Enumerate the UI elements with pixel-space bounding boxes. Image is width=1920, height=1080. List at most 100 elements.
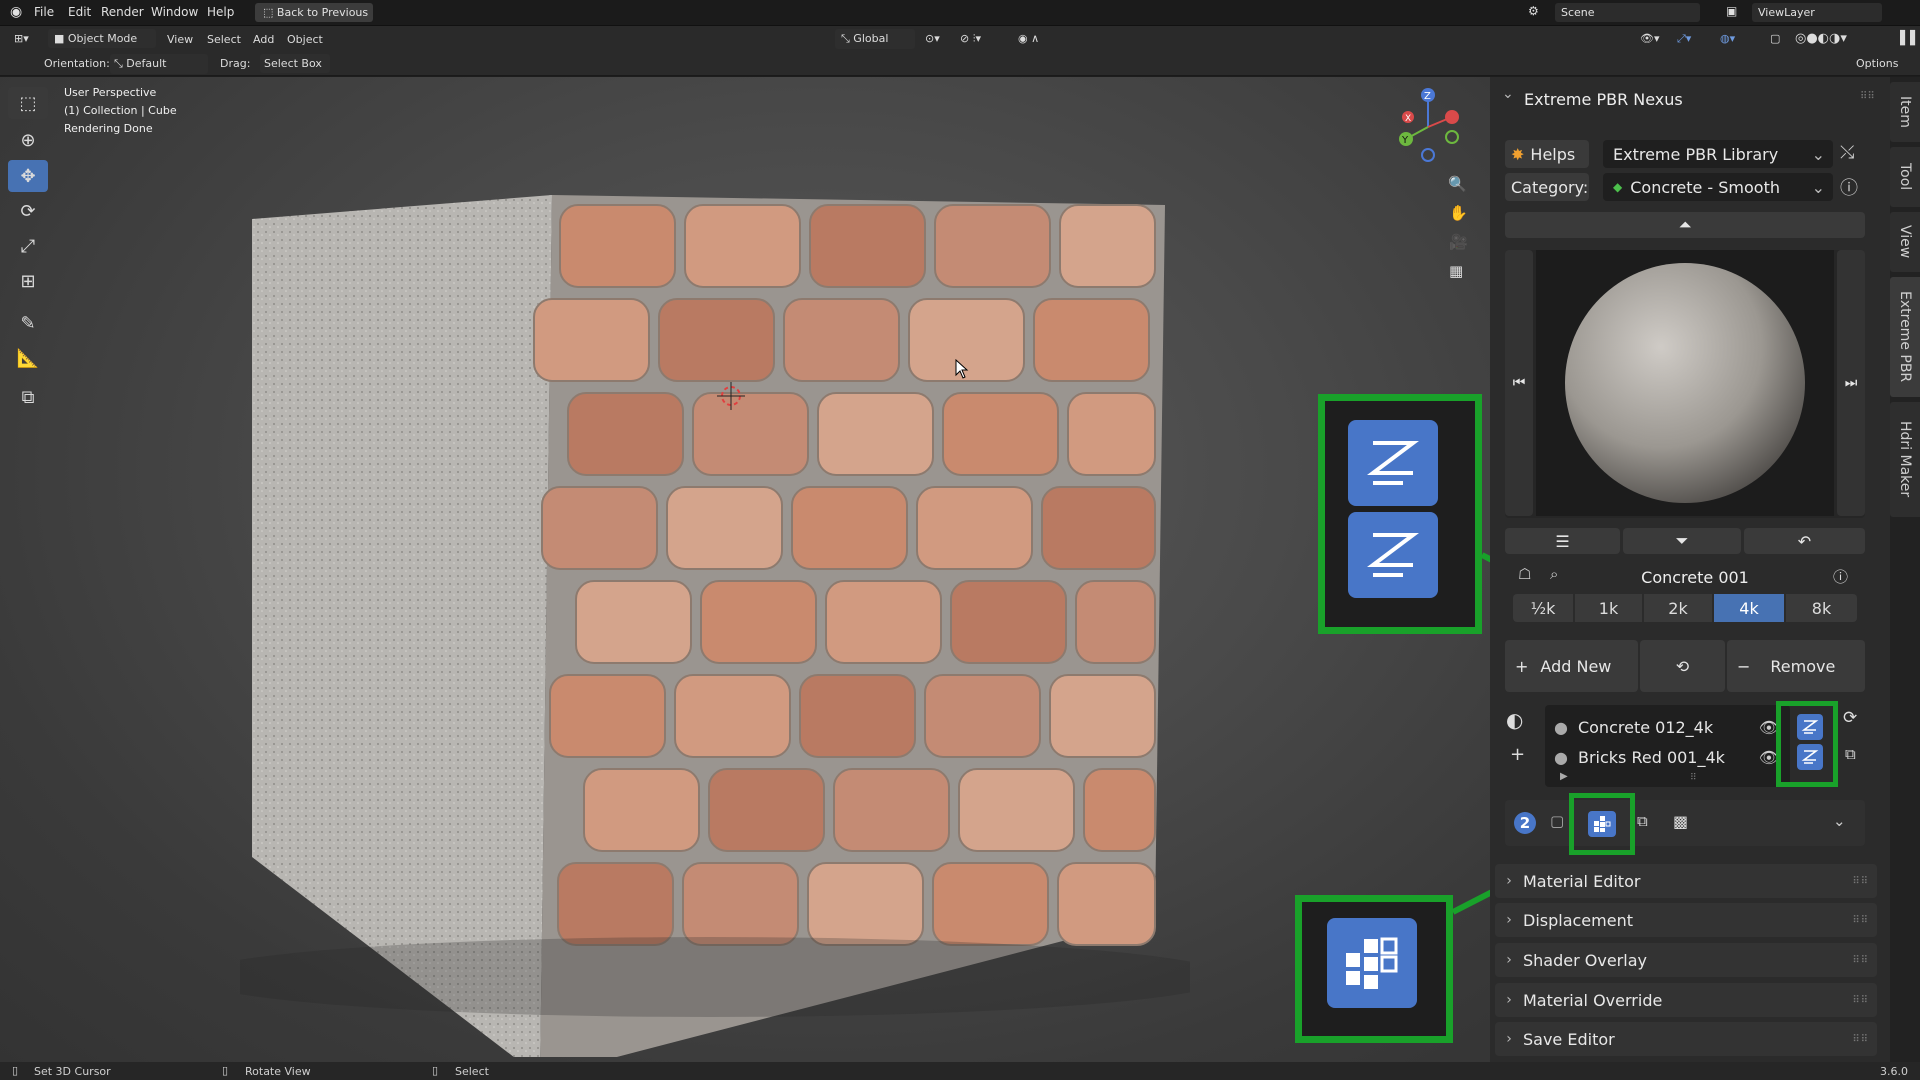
adjust-settings-button[interactable]: ☰ — [1505, 528, 1620, 554]
menu-help[interactable]: Help — [207, 5, 234, 19]
menu-file[interactable]: File — [34, 5, 54, 19]
pivot-icon[interactable]: ⊙▾ — [925, 32, 940, 45]
editor-type-icon[interactable]: ⊞▾ — [14, 32, 29, 45]
orientation-dropdown[interactable]: ⤡ Default — [110, 54, 208, 74]
search-icon[interactable]: ⌕ — [1550, 565, 1558, 583]
annotate-tool-icon[interactable]: ✎ — [8, 307, 48, 339]
replace-button[interactable]: ⟲ — [1640, 640, 1725, 692]
brick — [791, 486, 908, 570]
sidebar-toggle-icon[interactable]: ▐▐ — [1895, 31, 1915, 46]
resolution-half-k[interactable]: ½k — [1513, 594, 1573, 622]
section-shader-overlay[interactable]: › Shader Overlay ⠿⠿ — [1495, 943, 1877, 977]
viewlayer-icon[interactable]: ▣ — [1726, 4, 1737, 18]
overlay-icon[interactable]: ◍▾ — [1720, 32, 1735, 45]
shading-modes-icon[interactable]: ◎●◐◑▾ — [1795, 31, 1847, 46]
transform-orientation-dropdown[interactable]: ⤡ Global — [835, 29, 915, 49]
material-slot-concrete[interactable]: ● Concrete 012_4k 👁 — [1550, 713, 1785, 741]
tab-hdri-maker[interactable]: Hdri Maker — [1890, 402, 1920, 517]
plus-icon: + — [1515, 656, 1529, 676]
scale-tool-icon[interactable]: ⤢ — [8, 230, 48, 262]
zoom-icon[interactable]: 🔍 — [1448, 175, 1467, 193]
info-icon[interactable]: ⓘ — [1833, 566, 1848, 587]
copy-icon[interactable]: ⧉ — [1845, 745, 1856, 763]
multi-material-grid-icon[interactable] — [1588, 811, 1616, 837]
pan-hand-icon[interactable]: ✋ — [1449, 204, 1468, 222]
list-resize-grip-icon[interactable]: ⠿ — [1690, 773, 1697, 783]
menu-select[interactable]: Select — [207, 33, 241, 46]
options-dropdown[interactable]: Options — [1852, 54, 1910, 73]
expand-down-button[interactable]: ⏷ — [1623, 528, 1741, 554]
tab-view[interactable]: View — [1890, 212, 1920, 272]
measure-tool-icon[interactable]: 📐 — [8, 342, 48, 374]
snap-icon[interactable]: ⊘ ⫶▾ — [960, 32, 981, 46]
library-settings-icon[interactable]: ⤯ — [1840, 142, 1854, 163]
menu-window[interactable]: Window — [151, 5, 198, 19]
tab-tool[interactable]: Tool — [1890, 147, 1920, 207]
cursor-tool-icon[interactable]: ⊕ — [8, 124, 48, 156]
material-slot-bricks[interactable]: ● Bricks Red 001_4k 👁 — [1550, 743, 1785, 771]
material-toggle-icon[interactable] — [1797, 714, 1823, 740]
viewlayer-selector[interactable]: ViewLayer — [1752, 3, 1882, 22]
scene-icon[interactable]: ⚙ — [1528, 4, 1539, 18]
xray-icon[interactable]: ▢ — [1770, 32, 1780, 45]
add-new-button[interactable]: + Add New — [1505, 640, 1638, 692]
panel-collapse-chevron-icon[interactable]: ⌄ — [1502, 86, 1514, 102]
3d-cursor-icon[interactable] — [717, 382, 745, 410]
panel-drag-grip-icon[interactable]: ⠿⠿ — [1860, 91, 1875, 102]
mode-dropdown[interactable]: ■ Object Mode — [48, 29, 156, 48]
transform-tool-icon[interactable]: ⊞ — [8, 265, 48, 297]
helps-button[interactable]: ✸ Helps — [1505, 140, 1589, 168]
navigation-gizmo[interactable]: Z Y X — [1390, 87, 1470, 167]
duplicate-icon[interactable]: ⧉ — [1637, 812, 1648, 830]
visibility-icon[interactable]: 👁▾ — [1640, 32, 1660, 45]
3d-viewport[interactable]: Z Y X 🔍 ✋ 🎥 ▦ User Perspective (1) Colle… — [0, 77, 1490, 1062]
preview-thumbnail[interactable] — [1536, 250, 1834, 516]
next-material-button[interactable]: ⏭ — [1837, 250, 1865, 516]
gizmo-icon[interactable]: ⤢▾ — [1677, 32, 1691, 46]
section-displacement[interactable]: › Displacement ⠿⠿ — [1495, 903, 1877, 937]
menu-view[interactable]: View — [167, 33, 193, 46]
resolution-8k[interactable]: 8k — [1786, 594, 1857, 622]
perspective-grid-icon[interactable]: ▦ — [1449, 262, 1463, 280]
collapse-preview-button[interactable]: ⏶ — [1505, 212, 1865, 238]
menu-add[interactable]: Add — [253, 33, 274, 46]
previous-material-button[interactable]: ⏮ — [1505, 250, 1533, 516]
resolution-1k[interactable]: 1k — [1575, 594, 1642, 622]
menu-object[interactable]: Object — [287, 33, 323, 46]
library-value: Extreme PBR Library — [1613, 144, 1779, 164]
remove-button[interactable]: − Remove — [1727, 640, 1865, 692]
slot-mode-icon[interactable]: ▢ — [1550, 812, 1564, 830]
resolution-2k[interactable]: 2k — [1644, 594, 1712, 622]
tab-extreme-pbr[interactable]: Extreme PBR — [1890, 277, 1920, 397]
refresh-icon[interactable]: ⟳ — [1843, 708, 1857, 728]
back-to-previous-button[interactable]: ⬚ Back to Previous — [255, 3, 373, 22]
section-material-editor[interactable]: › Material Editor ⠿⠿ — [1495, 864, 1877, 898]
material-sphere-icon[interactable]: ◐ — [1506, 708, 1523, 732]
camera-icon[interactable]: 🎥 — [1449, 233, 1468, 251]
more-options-chevron-icon[interactable]: ⌄ — [1833, 812, 1846, 830]
add-slot-icon[interactable]: + — [1510, 744, 1525, 765]
tab-item[interactable]: Item — [1890, 82, 1920, 142]
menu-render[interactable]: Render — [101, 5, 144, 19]
library-dropdown[interactable]: Extreme PBR Library ⌄ — [1603, 140, 1833, 168]
undo-button[interactable]: ↶ — [1744, 528, 1865, 554]
drag-dropdown[interactable]: Select Box — [260, 54, 330, 73]
blender-logo-icon[interactable]: ◉ — [10, 4, 22, 20]
favorite-icon[interactable]: ☖ — [1518, 565, 1531, 583]
add-cube-tool-icon[interactable]: ⧉ — [8, 381, 48, 413]
brick-wall-object[interactable] — [240, 117, 1190, 1057]
help-question-icon[interactable]: ⓘ — [1840, 174, 1858, 200]
rotate-tool-icon[interactable]: ⟳ — [8, 195, 48, 227]
category-dropdown[interactable]: ◆ Concrete - Smooth ⌄ — [1603, 173, 1833, 201]
resolution-4k[interactable]: 4k — [1714, 594, 1784, 622]
material-toggle-icon-2[interactable] — [1797, 744, 1823, 770]
proportional-edit-icon[interactable]: ◉ ∧ — [1018, 32, 1039, 45]
scene-selector[interactable]: Scene — [1555, 3, 1700, 22]
checker-texture-icon[interactable]: ▩ — [1673, 812, 1688, 831]
section-material-override[interactable]: › Material Override ⠿⠿ — [1495, 983, 1877, 1017]
expand-list-icon[interactable]: ▶ — [1560, 771, 1568, 782]
section-save-editor[interactable]: › Save Editor ⠿⠿ — [1495, 1022, 1877, 1056]
select-box-tool-icon[interactable]: ⬚ — [8, 87, 48, 119]
move-tool-icon[interactable]: ✥ — [8, 160, 48, 192]
menu-edit[interactable]: Edit — [68, 5, 91, 19]
